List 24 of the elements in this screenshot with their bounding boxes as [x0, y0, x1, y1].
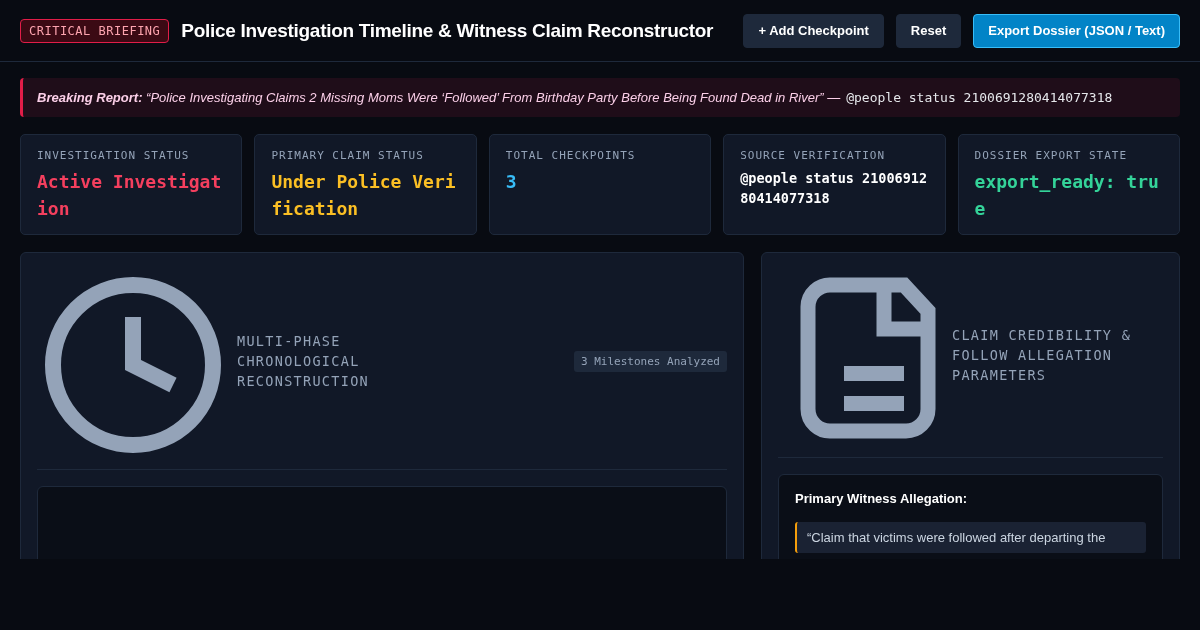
stat-label: INVESTIGATION STATUS: [37, 149, 191, 162]
milestone-badge: 3 Milestones Analyzed: [573, 350, 727, 372]
allegation-heading: Primary Witness Allegation:: [795, 491, 969, 506]
stat-value: @people status 2100691280414077318: [740, 169, 929, 208]
panel-title: CLAIM CREDIBILITY & FOLLOW ALLEGATION PARAMETERS: [952, 326, 1133, 385]
stat-label: SOURCE VERIFICATION: [740, 149, 887, 162]
banner-text: Breaking Report: “Police Investigating Claims 2 Missing Moms Were ‘Followed’ From Birthday Party Before Being Found Dead in River” —: [37, 90, 841, 105]
stat-label: TOTAL CHECKPOINTS: [505, 149, 637, 162]
stat-value: Under Police Verification: [271, 170, 457, 221]
action-button[interactable]: Reset: [895, 13, 962, 48]
clock-icon: [45, 277, 221, 453]
action-button[interactable]: + Add Checkpoint: [743, 13, 884, 48]
stat-label: DOSSIER EXPORT STATE: [974, 149, 1129, 162]
document-icon: [800, 277, 936, 441]
stat-value: Active Investigation: [37, 170, 223, 221]
stat-label: PRIMARY CLAIM STATUS: [271, 149, 425, 162]
briefing-badge: CRITICAL BRIEFING: [20, 18, 170, 43]
page-title: Police Investigation Timeline & Witness Claim Reconstructor: [181, 19, 715, 42]
allegation-quote: “Claim that victims were followed after departing the: [795, 522, 1146, 553]
source-id: @people status 2100691280414077318: [846, 90, 1113, 105]
panel-title: MULTI-PHASE CHRONOLOGICAL RECONSTRUCTION: [237, 332, 370, 391]
stat-value: 3: [505, 170, 518, 194]
stat-value: export_ready: true: [974, 170, 1160, 221]
export-button[interactable]: Export Dossier (JSON / Text): [973, 13, 1180, 48]
